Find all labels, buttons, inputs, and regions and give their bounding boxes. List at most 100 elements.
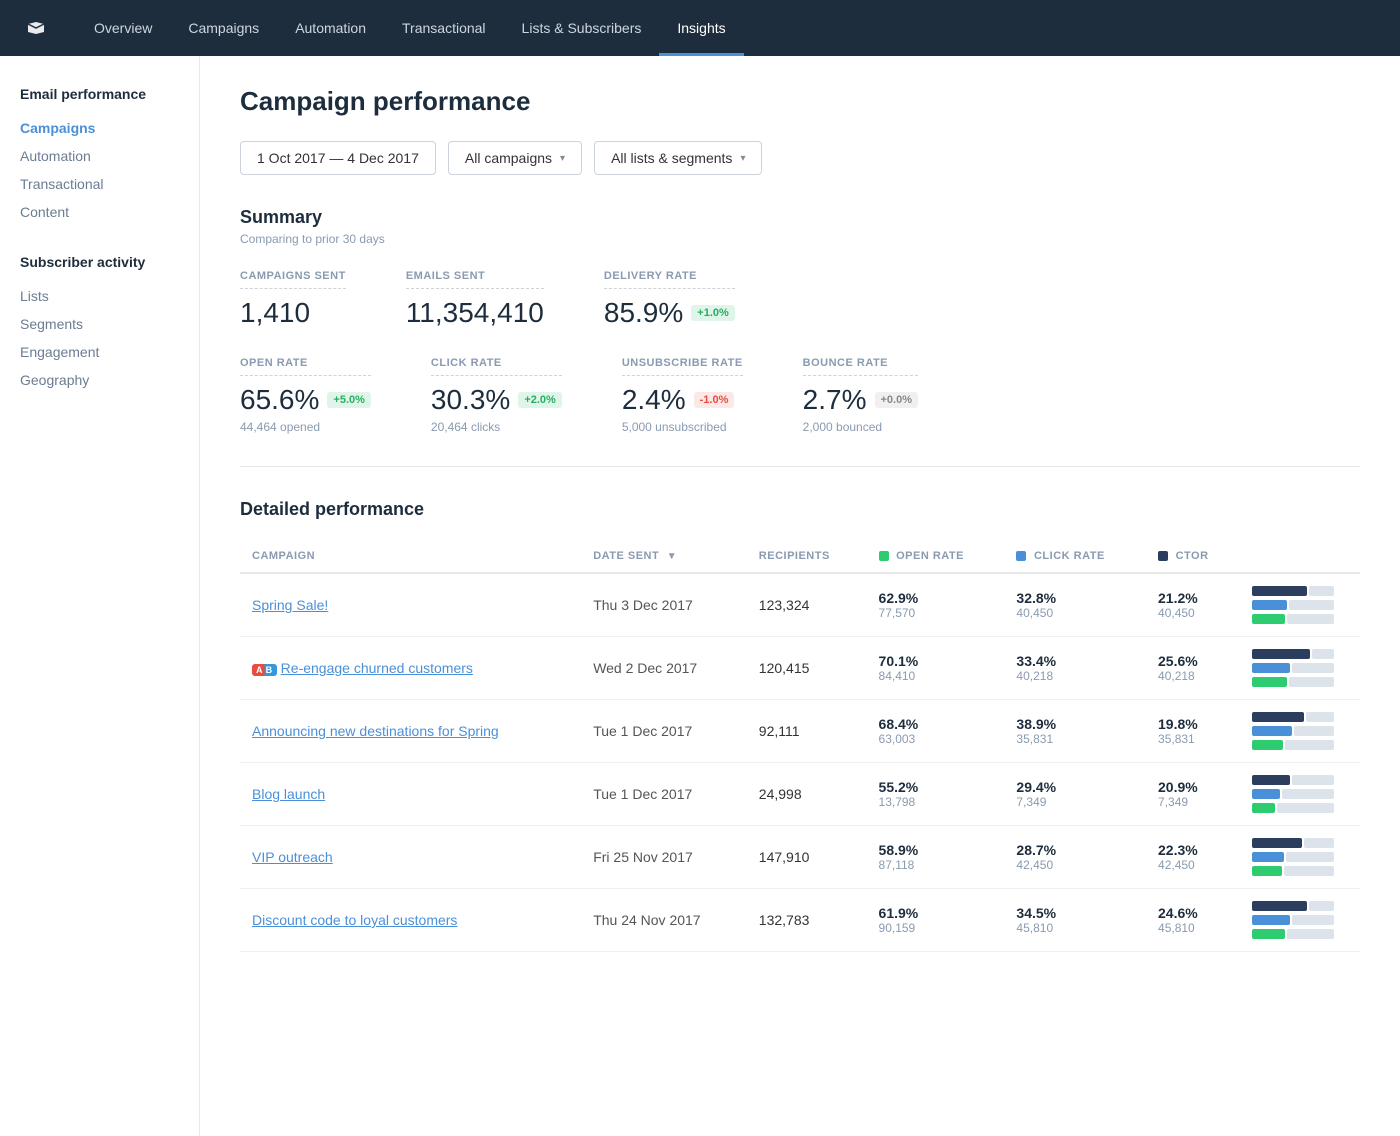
mini-bar-blue-row [1252, 915, 1348, 925]
open-rate-cell: 61.9%90,159 [867, 889, 1005, 952]
campaign-link[interactable]: Discount code to loyal customers [252, 912, 457, 928]
metric-click-rate-sub: 20,464 clicks [431, 420, 562, 434]
click-rate-badge: +2.0% [518, 392, 562, 408]
bars-cell [1240, 637, 1360, 700]
sidebar-item-transactional[interactable]: Transactional [20, 170, 179, 198]
metric-open-rate: OPEN RATE 65.6% +5.0% 44,464 opened [240, 357, 371, 434]
sidebar-item-geography[interactable]: Geography [20, 366, 179, 394]
th-click-rate: CLICK RATE [1004, 540, 1146, 573]
sidebar-section-subscriber-title: Subscriber activity [20, 254, 179, 270]
metric-campaigns-sent: CAMPAIGNS SENT 1,410 [240, 270, 346, 329]
divider [240, 466, 1360, 467]
bars-cell [1240, 763, 1360, 826]
lists-filter-chevron: ▾ [740, 153, 745, 164]
campaigns-filter[interactable]: All campaigns ▾ [448, 141, 582, 175]
recipients-cell: 120,415 [747, 637, 867, 700]
mini-bar-blue [1252, 915, 1290, 925]
mini-bar-green-row [1252, 803, 1348, 813]
summary-section: Summary Comparing to prior 30 days CAMPA… [240, 207, 1360, 434]
nav-item-transactional[interactable]: Transactional [384, 0, 504, 56]
th-campaign: CAMPAIGN [240, 540, 581, 573]
ctor-cell: 21.2%40,450 [1146, 573, 1240, 637]
sidebar-item-content[interactable]: Content [20, 198, 179, 226]
metric-open-rate-value: 65.6% +5.0% [240, 384, 371, 416]
mini-bar-green [1252, 740, 1283, 750]
nav-item-campaigns[interactable]: Campaigns [170, 0, 277, 56]
mini-bar-green [1252, 929, 1285, 939]
nav-item-lists[interactable]: Lists & Subscribers [504, 0, 660, 56]
campaign-link[interactable]: Spring Sale! [252, 597, 328, 613]
nav-item-automation[interactable]: Automation [277, 0, 384, 56]
summary-title: Summary [240, 207, 1360, 228]
date-cell: Thu 3 Dec 2017 [581, 573, 747, 637]
open-rate-cell: 68.4%63,003 [867, 700, 1005, 763]
date-cell: Thu 24 Nov 2017 [581, 889, 747, 952]
ctor-color-icon [1158, 551, 1168, 561]
campaign-link[interactable]: Re-engage churned customers [281, 660, 473, 676]
filters-row: 1 Oct 2017 — 4 Dec 2017 All campaigns ▾ … [240, 141, 1360, 175]
lists-filter[interactable]: All lists & segments ▾ [594, 141, 762, 175]
click-rate-cell: 38.9%35,831 [1004, 700, 1146, 763]
mini-bar-gray-3 [1289, 677, 1334, 687]
sidebar: Email performance Campaigns Automation T… [0, 56, 200, 1136]
sidebar-item-campaigns[interactable]: Campaigns [20, 114, 179, 142]
mini-bar-gray-2 [1294, 726, 1334, 736]
metric-unsubscribe-rate-label: UNSUBSCRIBE RATE [622, 357, 743, 376]
date-cell: Tue 1 Dec 2017 [581, 700, 747, 763]
click-rate-color-icon [1016, 551, 1026, 561]
metric-bounce-rate-value: 2.7% +0.0% [803, 384, 918, 416]
summary-subtitle: Comparing to prior 30 days [240, 232, 1360, 246]
sidebar-section-email: Email performance Campaigns Automation T… [20, 86, 179, 226]
mini-bar-green-row [1252, 740, 1348, 750]
sidebar-section-subscriber: Subscriber activity Lists Segments Engag… [20, 254, 179, 394]
campaigns-filter-chevron: ▾ [560, 153, 565, 164]
bars-cell [1240, 889, 1360, 952]
performance-table: CAMPAIGN DATE SENT ▼ RECIPIENTS OPEN RAT… [240, 540, 1360, 952]
nav-item-insights[interactable]: Insights [659, 0, 743, 56]
metric-click-rate-label: CLICK RATE [431, 357, 562, 376]
table-row: Blog launchTue 1 Dec 201724,99855.2%13,7… [240, 763, 1360, 826]
detailed-section: Detailed performance CAMPAIGN DATE SENT … [240, 499, 1360, 952]
campaign-link[interactable]: Announcing new destinations for Spring [252, 723, 499, 739]
bounce-rate-badge: +0.0% [875, 392, 919, 408]
unsubscribe-rate-badge: -1.0% [694, 392, 735, 408]
mini-bar-dark-row [1252, 901, 1348, 911]
nav-item-overview[interactable]: Overview [76, 0, 170, 56]
metric-click-rate: CLICK RATE 30.3% +2.0% 20,464 clicks [431, 357, 562, 434]
mini-bar-gray-1 [1306, 712, 1334, 722]
click-rate-cell: 34.5%45,810 [1004, 889, 1146, 952]
th-date-sent[interactable]: DATE SENT ▼ [581, 540, 747, 573]
mini-bar-blue [1252, 600, 1287, 610]
bars-cell [1240, 700, 1360, 763]
metric-bounce-rate-sub: 2,000 bounced [803, 420, 918, 434]
nav-items: Overview Campaigns Automation Transactio… [76, 0, 744, 56]
mini-bar-green-row [1252, 866, 1348, 876]
metric-delivery-rate: DELIVERY RATE 85.9% +1.0% [604, 270, 735, 329]
sidebar-item-automation[interactable]: Automation [20, 142, 179, 170]
mini-bar-gray-1 [1309, 901, 1334, 911]
open-rate-cell: 62.9%77,570 [867, 573, 1005, 637]
date-range-value: 1 Oct 2017 — 4 Dec 2017 [257, 150, 419, 166]
date-cell: Fri 25 Nov 2017 [581, 826, 747, 889]
sidebar-section-email-title: Email performance [20, 86, 179, 102]
ctor-cell: 20.9%7,349 [1146, 763, 1240, 826]
mini-bar-gray-3 [1284, 866, 1334, 876]
metric-campaigns-sent-label: CAMPAIGNS SENT [240, 270, 346, 289]
sidebar-item-lists[interactable]: Lists [20, 282, 179, 310]
mini-bar-dark-row [1252, 586, 1348, 596]
th-bars [1240, 540, 1360, 573]
click-rate-cell: 28.7%42,450 [1004, 826, 1146, 889]
mini-bar-green-row [1252, 614, 1348, 624]
date-range-filter[interactable]: 1 Oct 2017 — 4 Dec 2017 [240, 141, 436, 175]
ctor-cell: 22.3%42,450 [1146, 826, 1240, 889]
sidebar-item-engagement[interactable]: Engagement [20, 338, 179, 366]
mini-bar-dark [1252, 712, 1304, 722]
open-rate-cell: 70.1%84,410 [867, 637, 1005, 700]
campaign-link[interactable]: VIP outreach [252, 849, 333, 865]
campaign-link[interactable]: Blog launch [252, 786, 325, 802]
sidebar-item-segments[interactable]: Segments [20, 310, 179, 338]
metric-campaigns-sent-value: 1,410 [240, 297, 346, 329]
mini-bar-blue-row [1252, 789, 1348, 799]
table-row: Announcing new destinations for Spring Tu… [240, 700, 1360, 763]
metric-bounce-rate: BOUNCE RATE 2.7% +0.0% 2,000 bounced [803, 357, 918, 434]
